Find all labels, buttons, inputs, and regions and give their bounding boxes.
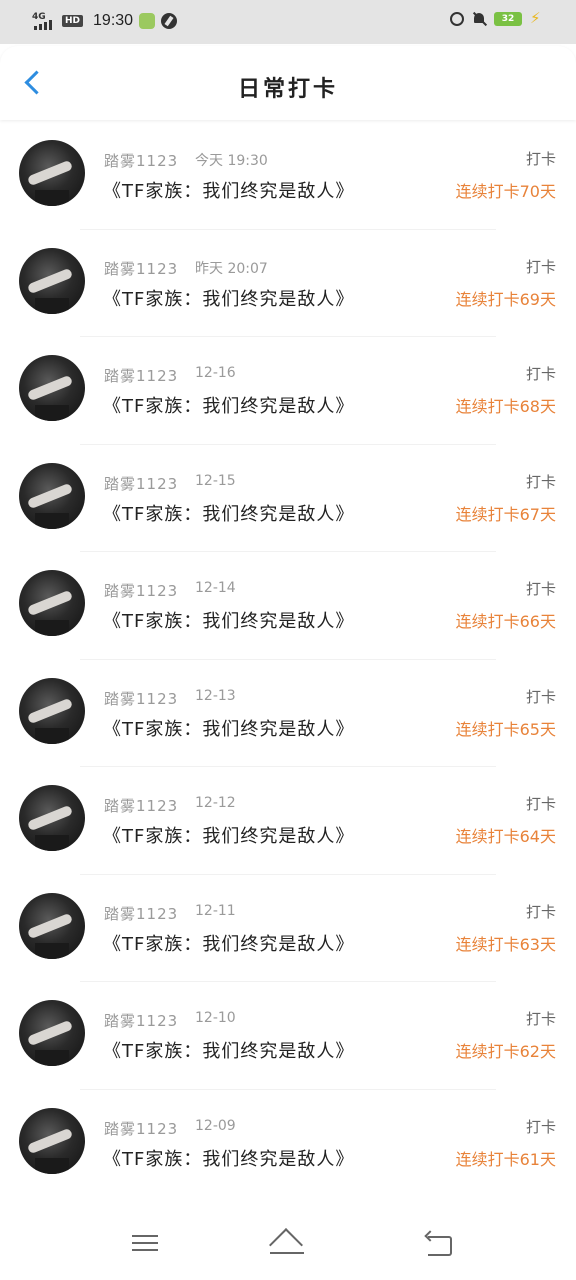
checkin-label: 打卡 <box>525 257 556 276</box>
mute-icon <box>472 12 486 26</box>
back-icon[interactable] <box>400 1196 480 1280</box>
checkin-label: 打卡 <box>525 795 556 813</box>
user-name[interactable]: 踏雾1123 <box>104 580 178 601</box>
avatar[interactable] <box>19 677 85 744</box>
streak-count: 连续打卡69天 <box>455 289 556 309</box>
streak-count: 连续打卡62天 <box>455 1042 556 1061</box>
list-item[interactable]: 踏雾1123 12-11 《TF家族：我们终究是敌人》 打卡连续打卡63天 <box>0 875 576 982</box>
book-title[interactable]: 《TF家族：我们终究是敌人》 <box>103 1145 354 1171</box>
streak-count: 连续打卡64天 <box>455 827 556 846</box>
list-item[interactable]: 踏雾1123 今天 19:30 《TF家族：我们终究是敌人》 打卡连续打卡70天 <box>0 122 576 230</box>
list-item[interactable]: 踏雾1123 昨天 20:07 《TF家族：我们终究是敌人》 打卡连续打卡69天 <box>0 230 576 337</box>
checkin-label: 打卡 <box>525 902 556 921</box>
book-title[interactable]: 《TF家族：我们终究是敌人》 <box>103 822 354 848</box>
page-header: 日常打卡 <box>0 46 576 120</box>
checkin-time: 昨天 20:07 <box>195 260 268 277</box>
checkin-time: 12-11 <box>195 902 236 919</box>
streak-count: 连续打卡66天 <box>455 612 556 631</box>
signal-icon: 4G <box>30 10 56 32</box>
avatar[interactable] <box>19 355 85 421</box>
status-bar: 4G HD 19:30 32 <box>0 0 576 44</box>
avatar[interactable] <box>19 1000 85 1066</box>
streak-count: 连续打卡63天 <box>455 934 556 954</box>
alarm-icon <box>450 12 464 26</box>
system-nav-bar <box>0 1196 576 1280</box>
page-title: 日常打卡 <box>237 77 338 102</box>
book-title[interactable]: 《TF家族：我们终究是敌人》 <box>103 715 354 741</box>
checkin-time: 12-13 <box>195 687 236 704</box>
hd-badge: HD <box>62 15 84 27</box>
book-title[interactable]: 《TF家族：我们终究是敌人》 <box>103 1037 354 1063</box>
compass-icon <box>161 13 178 29</box>
menu-icon[interactable] <box>104 1196 184 1280</box>
checkin-time: 今天 19:30 <box>195 153 268 169</box>
avatar[interactable] <box>19 140 85 206</box>
book-title[interactable]: 《TF家族：我们终究是敌人》 <box>103 285 354 311</box>
user-name[interactable]: 踏雾1123 <box>104 1118 178 1139</box>
avatar[interactable] <box>19 462 85 529</box>
avatar[interactable] <box>19 570 85 636</box>
list-item[interactable]: 踏雾1123 12-15 《TF家族：我们终究是敌人》 打卡连续打卡67天 <box>0 445 576 552</box>
status-time: 19:30 <box>93 12 134 29</box>
avatar[interactable] <box>19 785 85 851</box>
checkin-time: 12-15 <box>195 472 236 489</box>
checkin-list: 踏雾1123 今天 19:30 《TF家族：我们终究是敌人》 打卡 连续打卡70天 踏雾1… <box>0 122 576 1197</box>
user-name[interactable]: 踏雾1123 <box>104 903 178 924</box>
checkin-time: 12-14 <box>195 580 236 596</box>
user-name[interactable]: 踏雾1123 <box>104 258 178 279</box>
avatar[interactable] <box>19 247 85 314</box>
avatar[interactable] <box>19 892 85 959</box>
user-name[interactable]: 踏雾1123 <box>104 795 178 816</box>
streak-count: 连续打卡68天 <box>455 397 556 416</box>
checkin-time: 12-16 <box>195 365 236 381</box>
user-name[interactable]: 踏雾1123 <box>104 365 178 386</box>
checkin-label: 打卡 <box>525 687 556 706</box>
streak-count: 连续打卡67天 <box>455 504 556 524</box>
user-name[interactable]: 踏雾1123 <box>104 150 178 171</box>
user-name[interactable]: 踏雾1123 <box>104 473 178 494</box>
checkin-label: 打卡 <box>525 365 556 383</box>
checkin-label: 打卡 <box>525 580 556 598</box>
checkin-time: 12-10 <box>195 1010 236 1026</box>
home-icon[interactable] <box>248 1196 328 1280</box>
list-item[interactable]: 踏雾1123 12-10 《TF家族：我们终究是敌人》 打卡连续打卡62天 <box>0 982 576 1090</box>
list-item[interactable]: 踏雾1123 12-14 《TF家族：我们终究是敌人》 打卡连续打卡66天 <box>0 552 576 660</box>
book-title[interactable]: 《TF家族：我们终究是敌人》 <box>103 392 354 418</box>
book-title[interactable]: 《TF家族：我们终究是敌人》 <box>103 500 354 526</box>
app-notification-icon <box>139 13 156 29</box>
battery-icon: 32 <box>494 12 522 26</box>
list-item[interactable]: 踏雾1123 12-12 《TF家族：我们终究是敌人》 打卡连续打卡64天 <box>0 767 576 875</box>
charging-icon <box>530 9 548 27</box>
checkin-time: 12-09 <box>195 1117 236 1134</box>
avatar[interactable] <box>19 1107 85 1174</box>
book-title[interactable]: 《TF家族：我们终究是敌人》 <box>103 177 354 203</box>
user-name[interactable]: 踏雾1123 <box>104 1010 178 1031</box>
checkin-label: 打卡 <box>525 1117 556 1136</box>
book-title[interactable]: 《TF家族：我们终究是敌人》 <box>103 607 354 633</box>
checkin-time: 12-12 <box>195 795 236 811</box>
checkin-label: 打卡 <box>525 150 556 168</box>
list-item[interactable]: 踏雾1123 12-13 《TF家族：我们终究是敌人》 打卡连续打卡65天 <box>0 660 576 767</box>
checkin-label: 打卡 <box>525 1010 556 1028</box>
list-item[interactable]: 踏雾1123 12-16 《TF家族：我们终究是敌人》 打卡连续打卡68天 <box>0 337 576 445</box>
streak-count: 连续打卡70天 <box>455 182 556 201</box>
list-item[interactable]: 踏雾1123 12-09 《TF家族：我们终究是敌人》 打卡连续打卡61天 <box>0 1090 576 1197</box>
user-name[interactable]: 踏雾1123 <box>104 688 178 709</box>
streak-count: 连续打卡61天 <box>455 1149 556 1169</box>
book-title[interactable]: 《TF家族：我们终究是敌人》 <box>103 930 354 956</box>
streak-count: 连续打卡65天 <box>455 719 556 739</box>
checkin-label: 打卡 <box>525 472 556 491</box>
